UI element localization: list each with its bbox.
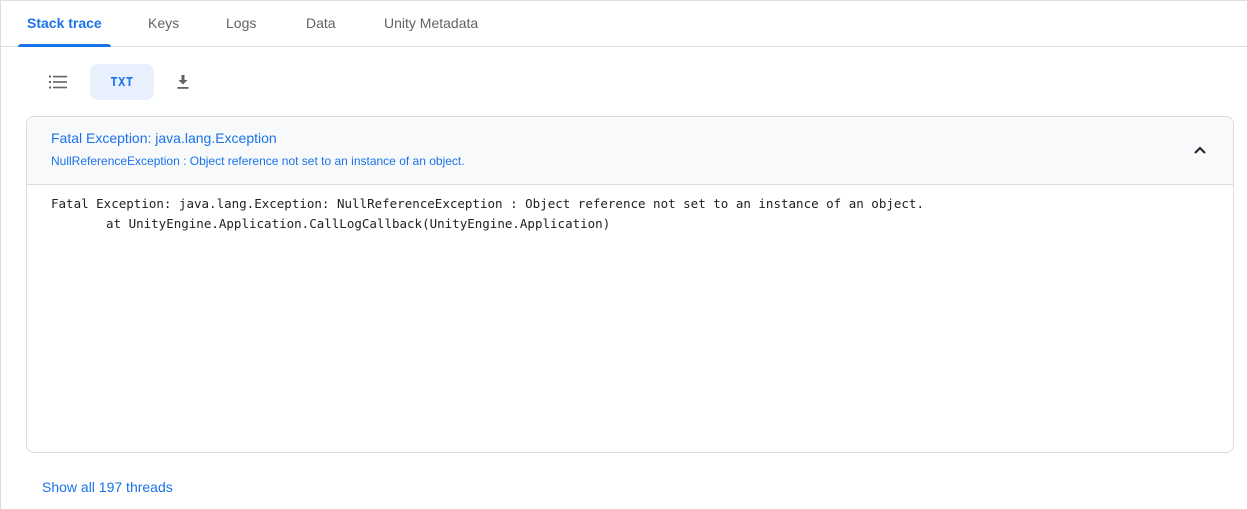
exception-header[interactable]: Fatal Exception: java.lang.Exception Nul… [27, 117, 1233, 185]
tab-stack-trace[interactable]: Stack trace [18, 1, 111, 47]
txt-view-button[interactable]: TXT [90, 64, 154, 100]
exception-title: Fatal Exception: java.lang.Exception [51, 130, 277, 146]
stack-line: Fatal Exception: java.lang.Exception: Nu… [51, 196, 924, 211]
tab-keys[interactable]: Keys [139, 1, 188, 46]
list-icon [49, 75, 67, 89]
list-view-button[interactable] [41, 64, 75, 100]
tab-unity-metadata[interactable]: Unity Metadata [375, 1, 487, 46]
exception-card: Fatal Exception: java.lang.Exception Nul… [26, 116, 1234, 453]
tab-data[interactable]: Data [297, 1, 345, 46]
show-all-threads-link[interactable]: Show all 197 threads [42, 479, 173, 495]
exception-subtitle: NullReferenceException : Object referenc… [51, 154, 465, 168]
download-button[interactable] [166, 64, 200, 100]
chevron-up-icon [1194, 146, 1206, 154]
tab-bar: Stack trace Keys Logs Data Unity Metadat… [1, 1, 1247, 47]
download-icon [177, 75, 189, 89]
collapse-button[interactable] [1187, 137, 1213, 163]
tab-logs[interactable]: Logs [217, 1, 265, 46]
stack-trace-text: Fatal Exception: java.lang.Exception: Nu… [51, 194, 924, 234]
stack-frame: at UnityEngine.Application.CallLogCallba… [106, 216, 611, 231]
